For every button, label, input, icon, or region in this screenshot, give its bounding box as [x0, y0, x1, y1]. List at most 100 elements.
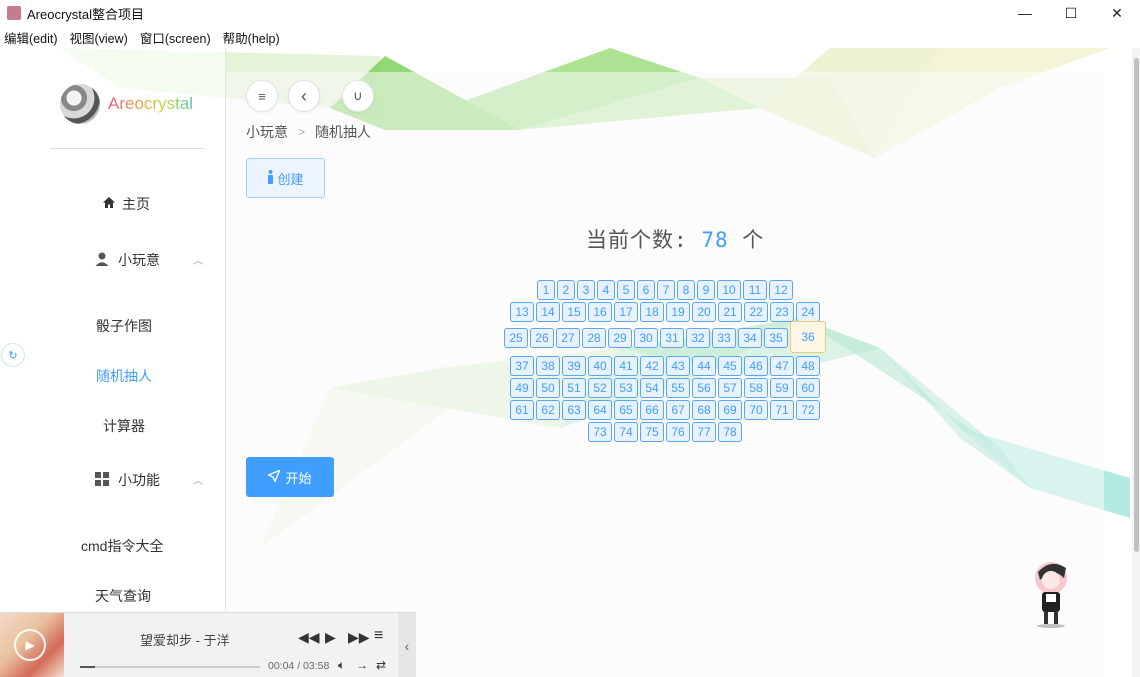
name-tag[interactable]: 68: [692, 400, 716, 420]
name-tag[interactable]: 30: [634, 328, 658, 348]
name-tag[interactable]: 12: [769, 280, 793, 300]
magnet-button[interactable]: ∪: [342, 80, 374, 112]
name-tag[interactable]: 14: [536, 302, 560, 322]
name-tag[interactable]: 67: [666, 400, 690, 420]
breadcrumb-parent[interactable]: 小玩意: [246, 122, 288, 142]
name-tag[interactable]: 75: [640, 422, 664, 442]
name-tag[interactable]: 1: [537, 280, 555, 300]
back-button[interactable]: ‹: [288, 80, 320, 112]
name-tag[interactable]: 3: [577, 280, 595, 300]
minimize-button[interactable]: —: [1002, 0, 1048, 26]
name-tag[interactable]: 48: [796, 356, 820, 376]
mascot-image[interactable]: [1028, 558, 1074, 628]
name-tag[interactable]: 37: [510, 356, 534, 376]
sidebar-item-dice[interactable]: 骰子作图: [96, 316, 152, 336]
name-tag[interactable]: 58: [744, 378, 768, 398]
progress-bar[interactable]: [80, 666, 260, 668]
name-tag[interactable]: 27: [556, 328, 580, 348]
name-tag[interactable]: 29: [608, 328, 632, 348]
name-tag[interactable]: 11: [743, 280, 767, 300]
name-tag[interactable]: 62: [536, 400, 560, 420]
name-tag[interactable]: 60: [796, 378, 820, 398]
name-tag[interactable]: 50: [536, 378, 560, 398]
collapse-player-button[interactable]: ‹: [398, 613, 416, 677]
name-tag[interactable]: 56: [692, 378, 716, 398]
scrollbar-thumb[interactable]: [1134, 58, 1139, 552]
name-tag[interactable]: 38: [536, 356, 560, 376]
create-button[interactable]: 创建: [246, 158, 325, 198]
menu-edit[interactable]: 编辑(edit): [4, 28, 57, 47]
name-tag[interactable]: 20: [692, 302, 716, 322]
name-tag[interactable]: 25: [504, 328, 528, 348]
name-tag[interactable]: 54: [640, 378, 664, 398]
sidebar-item-home[interactable]: 主页: [102, 194, 150, 214]
name-tag[interactable]: 65: [614, 400, 638, 420]
volume-icon[interactable]: 🔈︎: [338, 658, 345, 673]
chevron-up-icon[interactable]: ︿: [193, 252, 203, 267]
name-tag[interactable]: 41: [614, 356, 638, 376]
name-tag[interactable]: 44: [692, 356, 716, 376]
name-tag[interactable]: 57: [718, 378, 742, 398]
name-tag-highlighted[interactable]: 36: [790, 321, 826, 353]
name-tag[interactable]: 66: [640, 400, 664, 420]
name-tag[interactable]: 16: [588, 302, 612, 322]
name-tag[interactable]: 15: [562, 302, 586, 322]
name-tag[interactable]: 77: [692, 422, 716, 442]
name-tag[interactable]: 8: [677, 280, 695, 300]
name-tag[interactable]: 33: [712, 328, 736, 348]
name-tag[interactable]: 32: [686, 328, 710, 348]
name-tag[interactable]: 55: [666, 378, 690, 398]
name-tag[interactable]: 18: [640, 302, 664, 322]
name-tag[interactable]: 78: [718, 422, 742, 442]
sidebar-item-cmd[interactable]: cmd指令大全: [81, 536, 163, 556]
name-tag[interactable]: 46: [744, 356, 768, 376]
name-tag[interactable]: 70: [744, 400, 768, 420]
name-tag[interactable]: 6: [637, 280, 655, 300]
start-button[interactable]: 开始: [246, 457, 334, 497]
menu-toggle-button[interactable]: ≡: [246, 80, 278, 112]
name-tag[interactable]: 21: [718, 302, 742, 322]
previous-button[interactable]: ◀◀: [298, 629, 320, 646]
name-tag[interactable]: 28: [582, 328, 606, 348]
name-tag[interactable]: 73: [588, 422, 612, 442]
sidebar-item-random-pick[interactable]: 随机抽人: [96, 366, 152, 386]
name-tag[interactable]: 43: [666, 356, 690, 376]
name-tag[interactable]: 35: [764, 328, 788, 348]
menu-help[interactable]: 帮助(help): [223, 28, 280, 47]
sidebar-group-functions[interactable]: 小功能: [95, 470, 160, 490]
name-tag[interactable]: 13: [510, 302, 534, 322]
name-tag[interactable]: 24: [796, 302, 820, 322]
name-tag[interactable]: 7: [657, 280, 675, 300]
name-tag[interactable]: 63: [562, 400, 586, 420]
name-tag[interactable]: 10: [717, 280, 741, 300]
name-tag[interactable]: 76: [666, 422, 690, 442]
name-tag[interactable]: 51: [562, 378, 586, 398]
name-tag[interactable]: 17: [614, 302, 638, 322]
name-tag[interactable]: 45: [718, 356, 742, 376]
name-tag[interactable]: 59: [770, 378, 794, 398]
name-tag[interactable]: 72: [796, 400, 820, 420]
sidebar-group-toys[interactable]: 小玩意: [95, 250, 160, 270]
logo[interactable]: Areocrystal: [60, 84, 193, 124]
name-tag[interactable]: 69: [718, 400, 742, 420]
name-tag[interactable]: 53: [614, 378, 638, 398]
sidebar-item-calculator[interactable]: 计算器: [103, 416, 145, 436]
menu-view[interactable]: 视图(view): [69, 28, 127, 47]
name-tag[interactable]: 23: [770, 302, 794, 322]
name-tag[interactable]: 31: [660, 328, 684, 348]
name-tag[interactable]: 9: [697, 280, 715, 300]
name-tag[interactable]: 39: [562, 356, 586, 376]
name-tag[interactable]: 47: [770, 356, 794, 376]
play-icon[interactable]: ▶: [14, 629, 46, 661]
sidebar-item-weather[interactable]: 天气查询: [95, 586, 151, 606]
name-tag[interactable]: 40: [588, 356, 612, 376]
menu-screen[interactable]: 窗口(screen): [140, 28, 211, 47]
name-tag[interactable]: 4: [597, 280, 615, 300]
name-tag[interactable]: 19: [666, 302, 690, 322]
name-tag[interactable]: 26: [530, 328, 554, 348]
name-tag[interactable]: 64: [588, 400, 612, 420]
play-order-icon[interactable]: →: [356, 658, 368, 672]
play-button[interactable]: ▶: [325, 629, 336, 646]
name-tag[interactable]: 5: [617, 280, 635, 300]
name-tag[interactable]: 74: [614, 422, 638, 442]
